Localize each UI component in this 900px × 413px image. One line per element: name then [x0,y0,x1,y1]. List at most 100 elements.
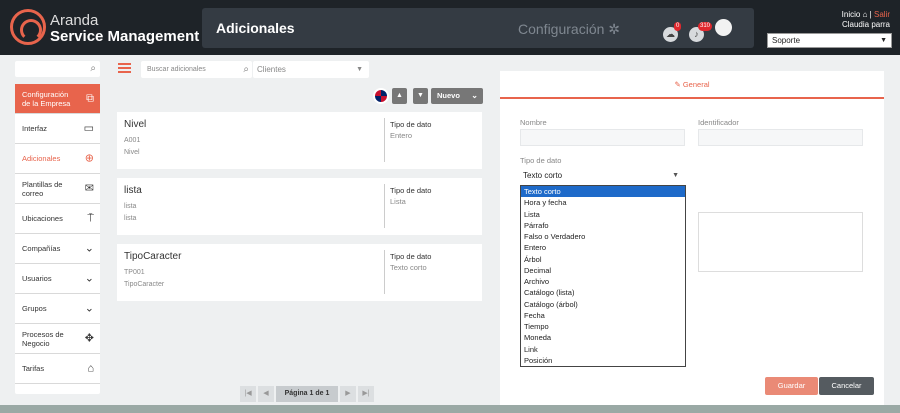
option-catalogo-lista[interactable]: Catálogo (lista) [521,287,685,298]
avatar[interactable] [715,19,732,36]
sidebar-item-configuracion-empresa[interactable]: Configuración de la Empresa ⧉ [15,84,100,114]
list-item[interactable]: TipoCaracter TP001 TipoCaracter Tipo de … [117,244,482,301]
salir-link[interactable]: Salir [874,10,890,19]
role-select[interactable]: Soporte ▼ [767,33,892,48]
divider [384,118,385,162]
sidebar: Configuración de la Empresa ⧉ Interfaz ▭ A… [15,84,100,394]
mail-icon: ✉ [84,182,94,194]
prev-page-button[interactable]: ◀ [258,386,274,402]
option-archivo[interactable]: Archivo [521,276,685,287]
footer-strip [0,405,900,413]
page-title: Adicionales [216,20,295,36]
name-label: Nombre [520,118,547,127]
tab-general[interactable]: ✎ General [500,71,884,99]
divider [384,250,385,294]
list-item[interactable]: lista lista lista Tipo de dato Lista [117,178,482,235]
sidebar-item-adicionales[interactable]: Adicionales ⊕ [15,144,100,174]
hamburger-menu-icon[interactable] [118,63,131,73]
search-icon: ⌕ [90,63,96,74]
item-name: lista [124,185,142,196]
sidebar-item-usuarios[interactable]: Usuarios ⌄ [15,264,100,294]
chevron-down-icon: ⌄ [471,91,478,100]
new-button[interactable]: Nuevo ⌄ [431,88,483,104]
cancel-button[interactable]: Cancelar [819,377,874,395]
language-flag-icon[interactable] [373,88,389,104]
option-decimal[interactable]: Decimal [521,265,685,276]
option-texto-corto[interactable]: Texto corto [521,186,685,198]
title-bar: Adicionales Configuración ✲ ☁ 0 ♪ 310 [202,8,754,48]
option-posicion[interactable]: Posición [521,355,685,366]
item-desc: Nivel [124,149,140,156]
last-page-button[interactable]: ▶| [358,386,374,402]
list-item[interactable]: Nivel A001 Nivel Tipo de dato Entero [117,112,482,169]
type-label: Tipo de dato [520,156,562,165]
sidebar-item-procesos-negocio[interactable]: Procesos de Negocio ✥ [15,324,100,354]
item-name: Nivel [124,119,147,130]
item-desc: lista [124,215,137,222]
type-label: Tipo de dato [390,186,432,195]
notification-badge-1: 0 [674,22,682,31]
search-input[interactable]: Buscar adicionales ⌕ [141,61,252,78]
move-up-button[interactable]: ▲ [392,88,407,104]
option-moneda[interactable]: Moneda [521,332,685,343]
next-page-button[interactable]: ▶ [340,386,356,402]
sidebar-item-plantillas-correo[interactable]: Plantillas de correo ✉ [15,174,100,204]
option-entero[interactable]: Entero [521,242,685,253]
identifier-input[interactable] [698,129,863,146]
item-id: A001 [124,137,141,144]
client-select[interactable]: Clientes ▼ [253,61,369,78]
option-hora-fecha[interactable]: Hora y fecha [521,197,685,208]
identifier-label: Identificador [698,118,739,127]
arrow-up-icon: ▲ [396,92,403,99]
option-parrafo[interactable]: Párrafo [521,220,685,231]
save-button[interactable]: Guardar [765,377,818,395]
type-label: Tipo de dato [390,120,432,129]
monitor-icon: ▭ [83,122,94,134]
type-select[interactable]: Texto corto ▼ [520,168,685,183]
option-fecha[interactable]: Fecha [521,310,685,321]
sidebar-item-interfaz[interactable]: Interfaz ▭ [15,114,100,144]
option-falso-verdadero[interactable]: Falso o Verdadero [521,231,685,242]
move-icon: ✥ [84,332,94,344]
signpost-icon: ⍑ [87,212,94,224]
chevron-down-icon: ▼ [356,66,363,73]
option-arbol[interactable]: Árbol [521,254,685,265]
chevron-down-icon: ▼ [880,37,887,44]
notification-badge-2: 310 [698,22,713,31]
add-circle-icon: ⊕ [84,152,94,164]
sidebar-item-tarifas[interactable]: Tarifas ⌂ [15,354,100,384]
inicio-link[interactable]: Inicio ⌂ [842,10,868,19]
option-lista[interactable]: Lista [521,209,685,220]
config-text: Configuración [518,21,605,37]
brand-name-line2: Service Management [50,28,200,45]
user-menu: Inicio ⌂ | Salir Claudia parra [842,10,890,30]
config-label[interactable]: Configuración ✲ [518,21,620,38]
option-tiempo[interactable]: Tiempo [521,321,685,332]
aranda-logo-icon [10,9,46,45]
home-icon: ⌂ [862,10,868,19]
detail-panel: ✎ General Nombre Identificador Tipo de d… [500,71,884,405]
type-label: Tipo de dato [390,252,432,261]
move-down-button[interactable]: ▼ [413,88,428,104]
sidebar-search-input[interactable]: ⌕ [15,61,100,77]
item-id: TP001 [124,269,145,276]
type-value: Texto corto [390,263,427,272]
sidebar-item-grupos[interactable]: Grupos ⌄ [15,294,100,324]
name-input[interactable] [520,129,685,146]
description-textarea[interactable] [698,212,863,272]
sidebar-item-ubicaciones[interactable]: Ubicaciones ⍑ [15,204,100,234]
layers-icon: ⧉ [86,92,94,104]
type-value: Entero [390,131,413,140]
gear-icon: ✲ [608,21,621,37]
separator: | [869,10,872,19]
item-desc: TipoCaracter [124,281,165,288]
edit-icon: ✎ [674,80,681,89]
search-icon: ⌕ [243,64,249,75]
option-link[interactable]: Link [521,344,685,355]
type-options-list: Texto corto Hora y fecha Lista Párrafo F… [520,185,686,367]
first-page-button[interactable]: |◀ [240,386,256,402]
chevron-down-icon: ▼ [672,172,679,179]
sidebar-item-companias[interactable]: Compañías ⌄ [15,234,100,264]
item-name: TipoCaracter [124,251,182,262]
option-catalogo-arbol[interactable]: Catálogo (árbol) [521,299,685,310]
